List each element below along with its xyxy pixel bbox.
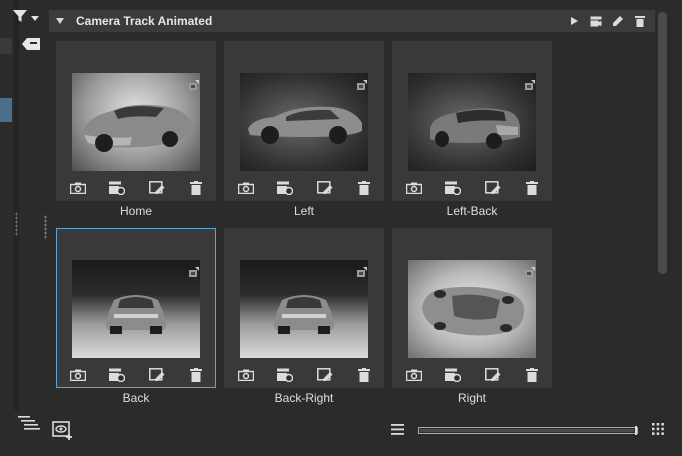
left-panel-tab[interactable] [0, 38, 12, 54]
camera-card-back[interactable] [56, 228, 216, 388]
delete-trash-icon[interactable] [187, 367, 205, 383]
edit-view-icon[interactable] [484, 367, 502, 383]
camera-card-tools [67, 180, 207, 196]
delete-trash-icon[interactable] [187, 180, 205, 196]
edit-view-icon[interactable] [148, 180, 166, 196]
header-actions [567, 14, 647, 28]
edit-view-icon[interactable] [316, 367, 334, 383]
camera-label: Back [122, 391, 150, 405]
left-panel-edge [0, 0, 14, 456]
outline-list-icon[interactable] [18, 416, 40, 430]
play-icon[interactable] [567, 14, 581, 28]
record-camera-icon[interactable] [108, 180, 126, 196]
thumbnail-size-slider[interactable] [418, 426, 638, 435]
edit-view-icon[interactable] [484, 180, 502, 196]
vertical-scrollbar[interactable] [658, 12, 667, 274]
record-camera-icon[interactable] [444, 367, 462, 383]
camera-badge-icon [525, 264, 535, 277]
filter-icon [12, 9, 28, 28]
slider-fill [420, 429, 634, 432]
edit-view-icon[interactable] [148, 367, 166, 383]
camera-card-left-back[interactable] [392, 41, 552, 201]
left-panel-selection[interactable] [0, 98, 12, 122]
list-view-icon[interactable] [391, 424, 404, 435]
delete-trash-icon[interactable] [523, 367, 541, 383]
grid-view-icon[interactable] [652, 423, 664, 435]
camera-icon[interactable] [405, 180, 423, 196]
camera-card-tools [235, 367, 375, 383]
delete-trash-icon[interactable] [355, 367, 373, 383]
camera-thumbnail[interactable] [408, 260, 536, 358]
camera-badge-icon [357, 264, 367, 277]
filter-column [19, 0, 43, 410]
camera-card-right[interactable] [392, 228, 552, 388]
camera-badge-icon [525, 77, 535, 90]
edit-pencil-icon[interactable] [611, 14, 625, 28]
add-view-icon[interactable] [52, 421, 74, 441]
splitter-grip-icon[interactable] [15, 212, 18, 236]
filter-button[interactable] [12, 9, 42, 28]
delete-trash-icon[interactable] [633, 14, 647, 28]
chevron-down-icon [31, 9, 39, 27]
camera-icon[interactable] [405, 367, 423, 383]
camera-card-home[interactable] [56, 41, 216, 201]
camera-thumbnail[interactable] [408, 73, 536, 171]
edit-view-icon[interactable] [316, 180, 334, 196]
delete-trash-icon[interactable] [523, 180, 541, 196]
delete-trash-icon[interactable] [355, 180, 373, 196]
camera-track-header[interactable]: Camera Track Animated [49, 10, 655, 32]
camera-card-left[interactable] [224, 41, 384, 201]
camera-icon[interactable] [237, 367, 255, 383]
camera-badge-icon [189, 77, 199, 90]
camera-card-tools [67, 367, 207, 383]
camera-thumbnail[interactable] [72, 260, 200, 358]
tag-button[interactable] [21, 37, 41, 51]
camera-card-tools [403, 180, 543, 196]
slider-handle[interactable] [635, 426, 637, 435]
camera-label: Right [457, 391, 486, 405]
camera-card-back-right[interactable] [224, 228, 384, 388]
camera-thumbnail[interactable] [72, 73, 200, 171]
splitter-grip-icon[interactable] [44, 215, 47, 239]
camera-icon[interactable] [237, 180, 255, 196]
record-camera-icon[interactable] [276, 180, 294, 196]
camera-card-tools [235, 180, 375, 196]
record-camera-icon[interactable] [589, 14, 603, 28]
record-camera-icon[interactable] [108, 367, 126, 383]
camera-card-tools [403, 367, 543, 383]
tag-icon [21, 38, 41, 55]
camera-label: Back-Right [274, 391, 334, 405]
camera-thumbnail[interactable] [240, 73, 368, 171]
camera-label: Left [293, 204, 314, 218]
camera-badge-icon [357, 77, 367, 90]
record-camera-icon[interactable] [276, 367, 294, 383]
camera-badge-icon [189, 264, 199, 277]
camera-icon[interactable] [69, 367, 87, 383]
camera-track-title: Camera Track Animated [76, 14, 213, 28]
camera-label: Left-Back [446, 204, 498, 218]
camera-thumbnail[interactable] [240, 260, 368, 358]
camera-label: Home [119, 204, 152, 218]
camera-icon[interactable] [69, 180, 87, 196]
record-camera-icon[interactable] [444, 180, 462, 196]
collapse-caret-icon[interactable] [56, 18, 64, 24]
